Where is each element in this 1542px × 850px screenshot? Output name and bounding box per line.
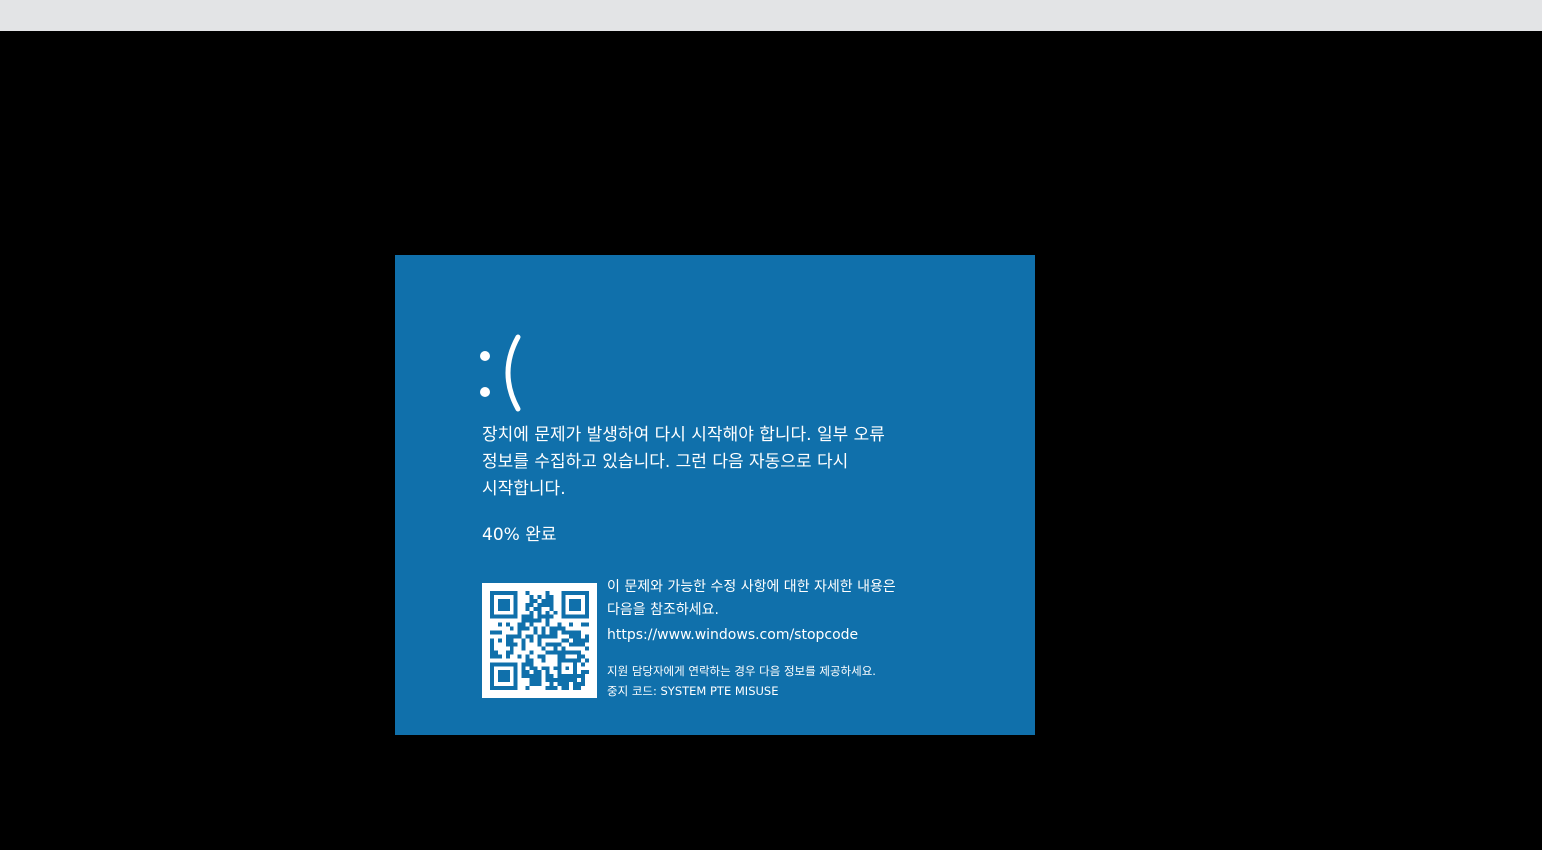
sad-face-emoticon	[480, 334, 521, 412]
support-instructions: 지원 담당자에게 연락하는 경우 다음 정보를 제공하세요.	[607, 664, 876, 678]
qr-code-icon	[482, 583, 597, 698]
progress-status: 40% 완료	[482, 525, 557, 545]
stopcode-url: https://www.windows.com/stopcode	[607, 627, 859, 643]
browser-top-bar	[0, 0, 1542, 31]
help-description: 이 문제와 가능한 수정 사항에 대한 자세한 내용은 다음을 참조하세요.	[607, 579, 896, 618]
error-message: 장치에 문제가 발생하여 다시 시작해야 합니다. 일부 오류 정보를 수집하고…	[482, 425, 885, 499]
help-info-block: 이 문제와 가능한 수정 사항에 대한 자세한 내용은 다음을 참조하세요. h…	[607, 576, 947, 701]
stop-code: 중지 코드: SYSTEM PTE MISUSE	[607, 684, 779, 698]
